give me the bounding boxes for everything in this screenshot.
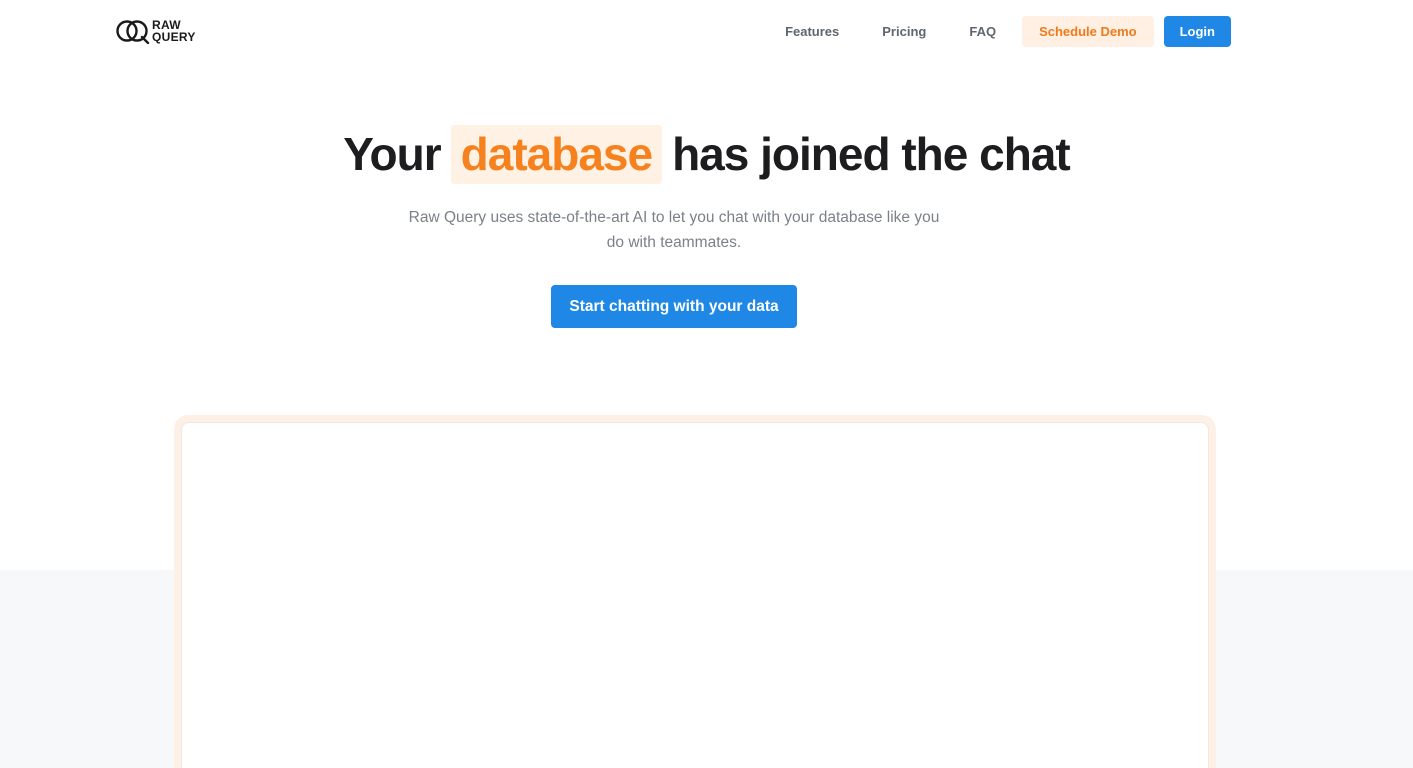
- nav-features-link[interactable]: Features: [785, 24, 839, 39]
- main-nav: Features Pricing FAQ Schedule Demo Login: [785, 15, 1231, 47]
- product-preview-panel: [181, 422, 1209, 768]
- site-header: RAW QUERY Features Pricing FAQ Schedule …: [0, 0, 1413, 62]
- hero-title: Your database has joined the chat: [0, 124, 1413, 184]
- hero-title-after: has joined the chat: [672, 128, 1071, 180]
- product-preview-frame: [174, 415, 1216, 768]
- start-chatting-button[interactable]: Start chatting with your data: [551, 285, 797, 328]
- schedule-demo-button[interactable]: Schedule Demo: [1022, 15, 1154, 47]
- logo-word-query: QUERY: [152, 30, 196, 44]
- hero-title-before: Your: [343, 128, 441, 180]
- hero-subtitle: Raw Query uses state-of-the-art AI to le…: [408, 209, 940, 251]
- nav-pricing-link[interactable]: Pricing: [882, 24, 926, 39]
- logo-wordmark: RAW QUERY: [152, 19, 196, 43]
- login-button[interactable]: Login: [1163, 15, 1231, 47]
- landing-page: RAW QUERY Features Pricing FAQ Schedule …: [0, 0, 1413, 768]
- hero-title-highlight: database: [450, 124, 663, 184]
- logo-icon: [116, 20, 150, 44]
- brand-logo[interactable]: RAW QUERY: [116, 17, 196, 45]
- nav-faq-link[interactable]: FAQ: [969, 24, 996, 39]
